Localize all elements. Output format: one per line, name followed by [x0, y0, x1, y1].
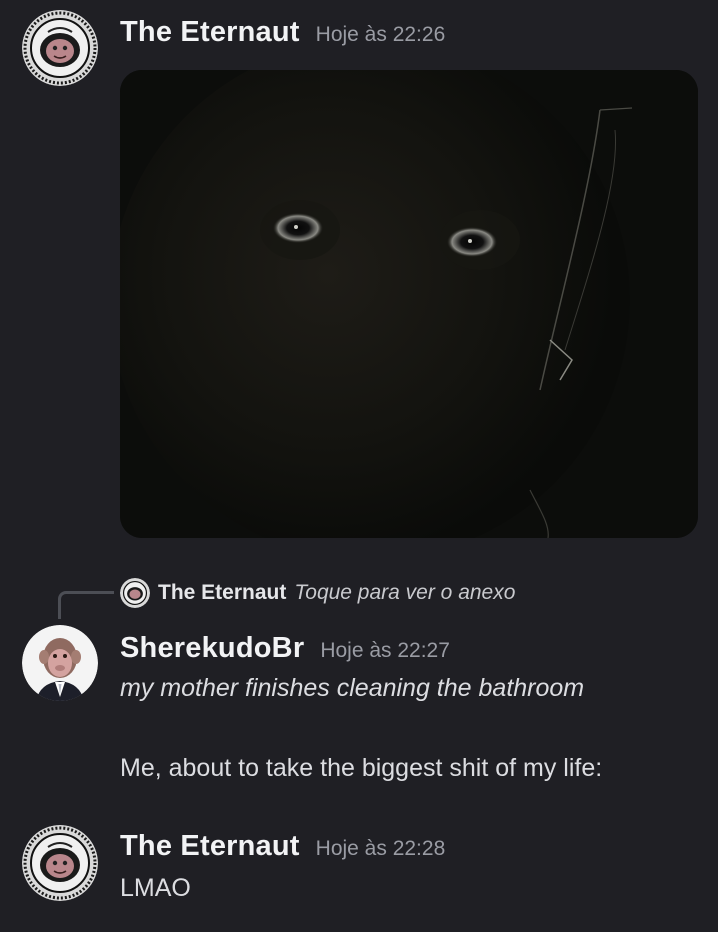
astronaut-avatar-icon [120, 578, 150, 608]
monkey-in-suit-avatar-icon[interactable] [22, 625, 98, 701]
username[interactable]: SherekudoBr [120, 632, 304, 665]
message-text-line: my mother finishes cleaning the bathroom [120, 674, 585, 702]
image-attachment[interactable] [120, 70, 698, 538]
username[interactable]: The Eternaut [120, 16, 300, 49]
timestamp: Hoje às 22:28 [315, 837, 446, 860]
message-header: The Eternaut Hoje às 22:28 [120, 830, 445, 863]
timestamp: Hoje às 22:26 [315, 23, 446, 46]
message-header: SherekudoBr Hoje às 22:27 [120, 632, 450, 665]
reply-preview[interactable]: The Eternaut Toque para ver o anexo [120, 576, 515, 610]
reply-content[interactable]: Toque para ver o anexo [294, 581, 515, 605]
username[interactable]: The Eternaut [120, 830, 300, 863]
reply-username[interactable]: The Eternaut [158, 581, 286, 605]
message-text-line: Me, about to take the biggest shit of my… [120, 754, 603, 782]
reply-connector [58, 591, 114, 619]
timestamp: Hoje às 22:27 [320, 639, 450, 662]
astronaut-avatar-icon[interactable] [22, 825, 98, 901]
message-header: The Eternaut Hoje às 22:26 [120, 16, 445, 49]
astronaut-avatar-icon[interactable] [22, 10, 98, 86]
message-text: LMAO [120, 874, 191, 902]
